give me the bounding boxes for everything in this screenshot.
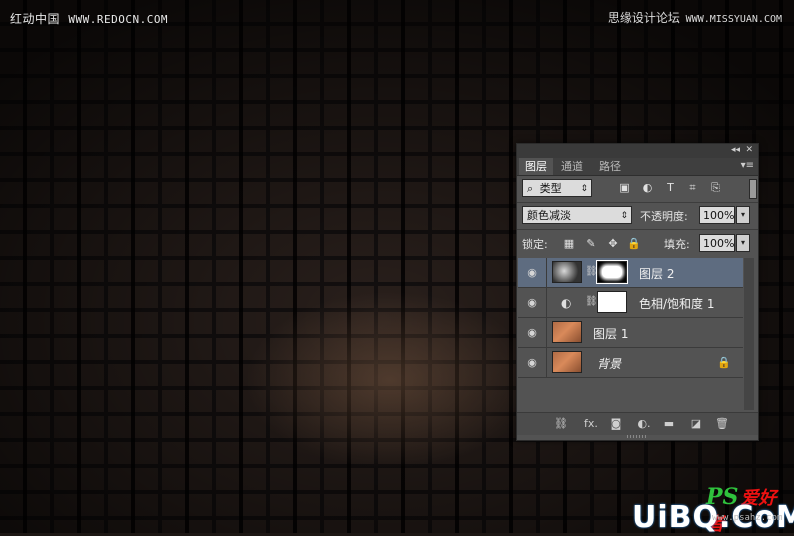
visibility-eye-icon[interactable]: ◉ <box>518 348 547 377</box>
divider <box>517 202 758 203</box>
layer-mask-thumbnail[interactable] <box>597 291 627 313</box>
updown-arrow-icon: ⇕ <box>620 211 628 221</box>
watermark-redocn: 红动中国 WWW.REDOCN.COM <box>10 10 168 27</box>
type-filter-icon[interactable]: T <box>664 181 677 194</box>
fill-dropdown[interactable]: ▾ <box>736 234 750 252</box>
blend-mode-label: 颜色减淡 <box>527 209 571 222</box>
divider <box>517 229 758 230</box>
lock-icon: 🔒 <box>717 356 731 369</box>
layer-mask-thumbnail[interactable] <box>596 260 628 284</box>
layer-name: 图层 2 <box>639 267 675 281</box>
adjustment-filter-icon[interactable]: ◐ <box>641 181 654 194</box>
layer-name: 背景 <box>597 357 622 371</box>
layer-thumbnail <box>552 261 582 283</box>
logo-sub-url: www.psahz.com <box>712 513 783 523</box>
lock-image-pixels-icon[interactable]: ✎ <box>585 238 597 250</box>
filter-kind-label: 类型 <box>539 182 562 195</box>
layer-row-hue-saturation[interactable]: ◉ ◐ ⛓ 色相/饱和度 1 <box>518 288 743 318</box>
lock-all-icon[interactable]: 🔒 <box>627 238 641 250</box>
layer-thumbnail <box>552 321 582 343</box>
link-layers-icon[interactable]: ⛓ <box>554 417 568 431</box>
filter-kind-select[interactable]: ⌕ 类型 ⇕ <box>522 179 592 197</box>
panel-tabs: 图层 通道 路径 ▾≡ <box>517 158 758 176</box>
add-mask-icon[interactable]: ◙ <box>609 417 623 431</box>
watermark-right-cn: 思缘设计论坛 <box>607 11 680 25</box>
layer-row-background[interactable]: ◉ 背景 🔒 <box>518 348 743 378</box>
visibility-eye-icon[interactable]: ◉ <box>518 288 547 317</box>
fill-label: 填充: <box>664 238 690 251</box>
layer-name: 色相/饱和度 1 <box>639 297 715 311</box>
watermark-missyuan: 思缘设计论坛 WWW.MISSYUAN.COM <box>608 9 782 26</box>
visibility-eye-icon[interactable]: ◉ <box>518 318 547 347</box>
panel-titlebar[interactable]: ◂◂ ✕ <box>517 144 758 158</box>
trash-icon[interactable]: 🗑 <box>715 417 729 431</box>
image-filter-icon[interactable]: ▣ <box>618 181 631 194</box>
layers-scrollbar[interactable] <box>744 258 754 410</box>
lock-options: ▦ ✎ ✥ 🔒 <box>563 238 643 250</box>
watermark-right-url: WWW.MISSYUAN.COM <box>685 14 782 25</box>
adjustment-layer-icon[interactable]: ◐. <box>635 417 653 431</box>
visibility-eye-icon[interactable]: ◉ <box>518 258 547 287</box>
lock-label: 锁定: <box>522 238 548 251</box>
layers-list: ◉ ⛓ 图层 2 ◉ ◐ ⛓ 色相/饱和度 1 ◉ 图层 1 ◉ 背景 🔒 <box>518 258 743 410</box>
new-layer-icon[interactable]: ◪ <box>689 417 703 431</box>
link-chain-icon[interactable]: ⛓ <box>585 296 598 307</box>
close-icon[interactable]: ✕ <box>745 145 753 155</box>
panel-resize-grip[interactable] <box>627 435 647 438</box>
fill-input[interactable]: 100% <box>699 234 735 252</box>
panel-menu-icon[interactable]: ▾≡ <box>741 160 754 171</box>
tab-paths[interactable]: 路径 <box>593 158 627 175</box>
watermark-left-url: WWW.REDOCN.COM <box>68 13 169 26</box>
folder-icon[interactable]: ▬ <box>662 417 676 431</box>
layer-row-layer1[interactable]: ◉ 图层 1 <box>518 318 743 348</box>
search-icon: ⌕ <box>527 182 534 195</box>
shape-filter-icon[interactable]: ⌗ <box>686 181 699 194</box>
tab-channels[interactable]: 通道 <box>555 158 589 175</box>
opacity-input[interactable]: 100% <box>699 206 735 224</box>
layers-panel: ◂◂ ✕ 图层 通道 路径 ▾≡ ⌕ 类型 ⇕ ▣ ◐ T ⌗ ⎘ 颜色减淡 ⇕… <box>516 143 759 441</box>
layer-name: 图层 1 <box>593 327 629 341</box>
opacity-dropdown[interactable]: ▾ <box>736 206 750 224</box>
panel-bottom-toolbar: ⛓ fx. ◙ ◐. ▬ ◪ 🗑 <box>517 412 758 435</box>
blend-mode-select[interactable]: 颜色减淡 ⇕ <box>522 206 632 224</box>
adjustment-layer-icon: ◐ <box>561 296 572 310</box>
collapse-icon[interactable]: ◂◂ <box>731 145 740 155</box>
updown-arrow-icon: ⇕ <box>580 184 588 194</box>
opacity-label: 不透明度: <box>640 210 688 223</box>
lock-transparent-pixels-icon[interactable]: ▦ <box>563 238 575 250</box>
fx-icon[interactable]: fx. <box>581 417 601 431</box>
link-chain-icon[interactable]: ⛓ <box>585 266 598 277</box>
filter-toggle[interactable] <box>749 179 757 199</box>
lock-position-icon[interactable]: ✥ <box>607 238 619 250</box>
layer-filter-row: ⌕ 类型 ⇕ ▣ ◐ T ⌗ ⎘ <box>522 179 757 199</box>
tab-layers[interactable]: 图层 <box>519 158 553 175</box>
layer-thumbnail <box>552 351 582 373</box>
smart-object-filter-icon[interactable]: ⎘ <box>709 181 722 194</box>
watermark-left-cn: 红动中国 <box>10 12 61 26</box>
layer-row-layer2[interactable]: ◉ ⛓ 图层 2 <box>518 258 743 288</box>
